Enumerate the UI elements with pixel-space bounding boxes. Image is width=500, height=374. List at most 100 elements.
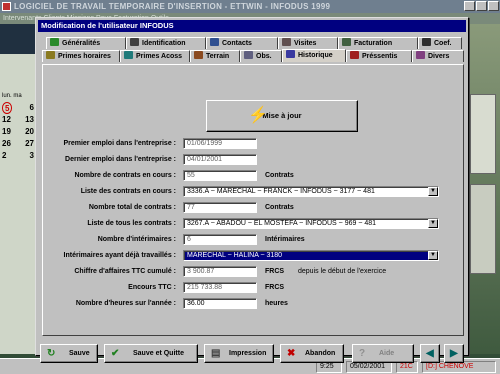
contracts-unit: Contrats (265, 172, 294, 179)
turnover-note: depuis le début de l'exercice (298, 268, 387, 275)
first-job-field[interactable]: 01/06/1999 (183, 138, 257, 149)
history-icon (286, 50, 295, 58)
current-contracts-count-label: Nombre de contrats en cours : (74, 172, 176, 179)
calendar-day[interactable]: 27 (25, 138, 34, 150)
calendar-day[interactable]: 12 (2, 114, 11, 126)
last-job-label: Dernier emploi dans l'entreprise : (65, 156, 176, 163)
close-button[interactable] (488, 1, 499, 11)
outstanding-field[interactable]: 215 733.88 (183, 282, 257, 293)
current-contracts-select[interactable]: 3336.A ~ MARECHAL ~ FRANCK ~ INFODUS ~ 3… (183, 186, 439, 197)
calendar-day[interactable]: 6 (30, 102, 34, 114)
button-label: Sauve (69, 350, 90, 357)
arrow-left-icon: ◀ (426, 348, 434, 359)
last-job-field[interactable]: 04/01/2001 (183, 154, 257, 165)
help-button[interactable]: ? Aide (352, 344, 414, 363)
tab-facturation[interactable]: Facturation (338, 37, 418, 49)
dialog-title: Modification de l'utilisateur INFODUS (38, 20, 466, 32)
button-label: Abandon (305, 350, 336, 357)
previous-button[interactable]: ◀ (420, 344, 440, 363)
mini-calendar[interactable]: lun. ma 5 6 12 13 19 20 26 27 2 3 (2, 90, 34, 162)
observations-icon (244, 51, 253, 59)
hours-field[interactable]: 36.00 (183, 298, 257, 309)
calendar-day[interactable]: 20 (25, 126, 34, 138)
current-contracts-count-field[interactable]: 55 (183, 170, 257, 181)
next-button[interactable]: ▶ (444, 344, 464, 363)
select-value: 3267.A ~ ABADOU ~ EL MOSTEFA ~ INFODUS ~… (187, 220, 377, 227)
tab-historique[interactable]: Historique (282, 49, 346, 62)
tab-coef[interactable]: Coef. (418, 37, 462, 49)
help-icon: ? (359, 348, 366, 359)
button-label: Impression (229, 350, 267, 357)
tab-pressentis[interactable]: Préssentis (346, 50, 412, 62)
app-title: LOGICIEL DE TRAVAIL TEMPORAIRE D'INSERTI… (14, 2, 331, 11)
cross-icon: ✖ (287, 348, 296, 359)
billing-icon (342, 38, 351, 46)
outstanding-label: Encours TTC : (128, 284, 176, 291)
all-contracts-select[interactable]: 3267.A ~ ABADOU ~ EL MOSTEFA ~ INFODUS ~… (183, 218, 439, 229)
temps-worked-select[interactable]: MARECHAL ~ HALINA ~ 3180 ▼ (183, 250, 439, 261)
temps-unit: Intérimaires (265, 236, 305, 243)
toolbar-area (0, 24, 36, 54)
contacts-icon (210, 38, 219, 46)
arrow-right-icon: ▶ (450, 348, 458, 359)
minimize-button[interactable] (464, 1, 475, 11)
maximize-button[interactable] (476, 1, 487, 11)
terrain-icon (194, 51, 203, 59)
tab-label: Visites (294, 40, 317, 47)
currency-unit: FRCS (265, 268, 285, 275)
calendar-header: lun. ma (2, 93, 22, 99)
tab-divers[interactable]: Divers (412, 50, 464, 62)
calendar-day[interactable]: 26 (2, 138, 11, 150)
cancel-button[interactable]: ✖ Abandon (280, 344, 344, 363)
calendar-day[interactable]: 3 (30, 150, 34, 162)
calendar-day[interactable]: 19 (2, 126, 11, 138)
save-and-quit-button[interactable]: ✔ Sauve et Quitte (104, 344, 198, 363)
tab-primes-horaires[interactable]: Primes horaires (42, 50, 120, 62)
tab-generalites[interactable]: Généralités (46, 37, 126, 49)
chevron-down-icon[interactable]: ▼ (428, 219, 438, 228)
tab-label: Coef. (434, 40, 452, 47)
hours-unit: heures (265, 300, 288, 307)
update-button[interactable]: ⚡ Mise à jour (206, 100, 358, 132)
tab-label: Préssentis (362, 53, 398, 60)
chevron-down-icon[interactable]: ▼ (428, 251, 438, 260)
save-button[interactable]: ↻ Sauve (40, 344, 98, 363)
turnover-field[interactable]: 3 900.87 (183, 266, 257, 277)
checkmark-icon: ✔ (111, 348, 120, 359)
calendar-today[interactable]: 5 (2, 102, 13, 114)
tab-primes-acoss[interactable]: Primes Acoss (120, 50, 190, 62)
tab-label: Primes horaires (58, 53, 111, 60)
chevron-down-icon[interactable]: ▼ (428, 187, 438, 196)
acoss-bonus-icon (124, 51, 133, 59)
button-label: Sauve et Quitte (133, 350, 184, 357)
tab-label: Facturation (354, 40, 393, 47)
tab-label: Historique (298, 52, 333, 59)
update-button-label: Mise à jour (262, 111, 302, 120)
temps-count-label: Nombre d'intérimaires : (97, 236, 176, 243)
tab-label: Contacts (222, 40, 252, 47)
temps-worked-label: Intérimaires ayant déjà travaillés : (63, 252, 176, 259)
first-job-label: Premier emploi dans l'entreprise : (63, 140, 176, 147)
total-contracts-label: Nombre total de contrats : (88, 204, 176, 211)
lightning-icon: ⚡ (248, 107, 268, 124)
background-pane (470, 94, 496, 174)
tab-identification[interactable]: Identification (126, 37, 206, 49)
select-value: MARECHAL ~ HALINA ~ 3180 (187, 252, 283, 259)
calendar-day[interactable]: 13 (25, 114, 34, 126)
temps-count-field[interactable]: 6 (183, 234, 257, 245)
print-button[interactable]: ▤ Impression (204, 344, 274, 363)
tab-label: Divers (428, 53, 450, 60)
tab-visites[interactable]: Visites (278, 37, 338, 49)
total-contracts-field[interactable]: 77 (183, 202, 257, 213)
calendar-day[interactable]: 2 (2, 150, 6, 162)
visits-icon (282, 38, 291, 46)
user-edit-dialog: Modification de l'utilisateur INFODUS Gé… (35, 17, 469, 363)
misc-icon (416, 51, 425, 59)
tab-contacts[interactable]: Contacts (206, 37, 278, 49)
coef-icon (422, 38, 431, 46)
tab-obs[interactable]: Obs. (240, 50, 282, 62)
tab-terrain[interactable]: Terrain (190, 50, 240, 62)
tab-label: Obs. (256, 53, 272, 60)
printer-icon: ▤ (211, 348, 221, 359)
select-value: 3336.A ~ MARECHAL ~ FRANCK ~ INFODUS ~ 3… (187, 188, 375, 195)
